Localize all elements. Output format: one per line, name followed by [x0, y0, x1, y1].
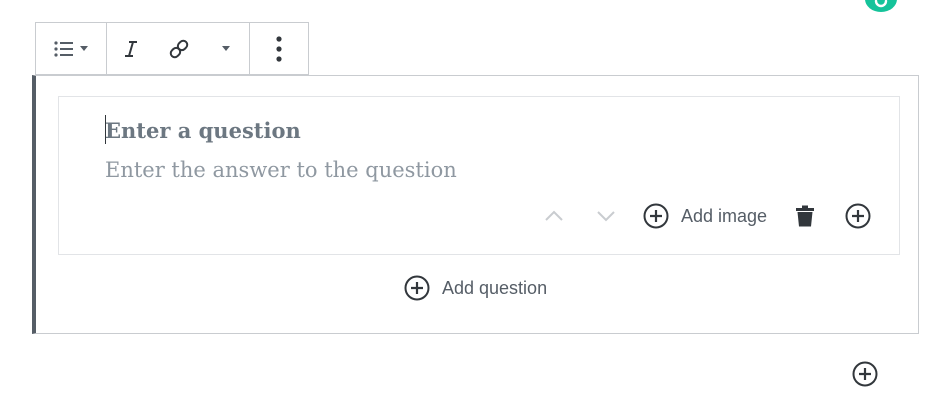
grammarly-icon[interactable]	[865, 0, 897, 12]
add-question-button[interactable]: Add question	[404, 274, 547, 302]
trash-icon	[796, 205, 815, 227]
faq-item: Enter a question Enter the answer to the…	[58, 96, 900, 255]
more-options-button[interactable]	[250, 23, 308, 74]
link-button[interactable]	[155, 23, 203, 74]
faq-block: Enter a question Enter the answer to the…	[32, 75, 919, 334]
insert-question-button[interactable]	[845, 203, 871, 229]
move-down-button[interactable]	[591, 210, 621, 222]
add-circle-icon	[845, 203, 871, 229]
list-icon	[54, 40, 73, 57]
vertical-ellipsis-icon	[276, 35, 282, 62]
question-input[interactable]: Enter a question	[105, 118, 301, 143]
delete-question-button[interactable]	[795, 205, 815, 227]
answer-input[interactable]: Enter the answer to the question	[105, 158, 457, 182]
move-up-button[interactable]	[539, 210, 569, 222]
toolbar-group-options	[250, 23, 308, 74]
list-format-button[interactable]	[36, 23, 106, 74]
toolbar-group-format	[107, 23, 250, 74]
block-inserter-button[interactable]	[852, 361, 878, 392]
italic-icon	[125, 40, 137, 57]
block-toolbar	[35, 22, 309, 75]
faq-item-actions: Add image	[539, 201, 871, 231]
chevron-up-icon	[545, 210, 563, 221]
add-circle-icon	[404, 275, 430, 301]
add-question-label: Add question	[442, 277, 548, 298]
add-circle-icon	[852, 361, 878, 387]
add-image-button[interactable]: Add image	[643, 203, 767, 229]
italic-button[interactable]	[107, 23, 155, 74]
toolbar-group-list	[36, 23, 107, 74]
add-circle-icon	[643, 203, 669, 229]
link-icon	[169, 39, 189, 58]
add-image-label: Add image	[681, 205, 768, 226]
chevron-down-icon	[222, 46, 230, 51]
more-formatting-button[interactable]	[203, 23, 249, 74]
chevron-down-icon	[80, 46, 88, 51]
chevron-down-icon	[597, 211, 615, 222]
